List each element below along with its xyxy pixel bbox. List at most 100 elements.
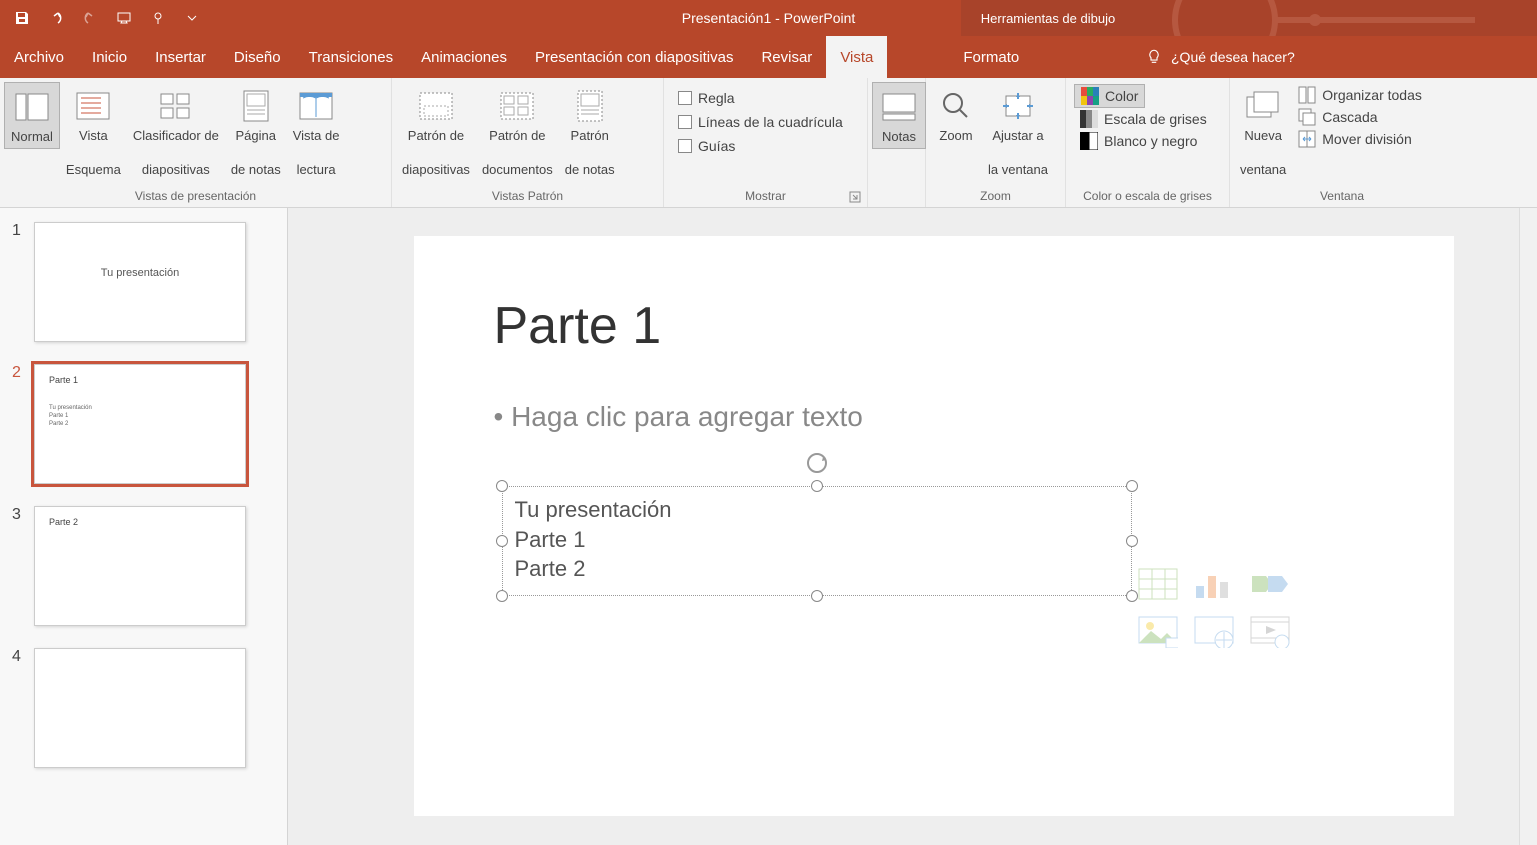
contextual-tab-drawing-tools: Herramientas de dibujo xyxy=(961,0,1135,36)
save-button[interactable] xyxy=(8,4,36,32)
notes-button[interactable]: Notas xyxy=(872,82,926,149)
reading-view-button[interactable]: Vista de lectura xyxy=(287,82,346,181)
new-window-button[interactable]: Nueva ventana xyxy=(1234,82,1292,181)
tab-animaciones[interactable]: Animaciones xyxy=(407,36,521,78)
slide-master-icon xyxy=(416,86,456,126)
zoom-icon xyxy=(936,86,976,126)
new-window-label2: ventana xyxy=(1240,162,1286,179)
move-split-button[interactable]: Mover división xyxy=(1292,128,1428,150)
tab-insertar[interactable]: Insertar xyxy=(141,36,220,78)
sorter-label: Clasificador de xyxy=(133,128,219,145)
tell-me-search[interactable]: ¿Qué desea hacer? xyxy=(1145,48,1295,66)
tell-me-placeholder: ¿Qué desea hacer? xyxy=(1171,49,1295,65)
tab-revisar[interactable]: Revisar xyxy=(747,36,826,78)
thumb-number: 4 xyxy=(12,648,24,768)
vertical-scrollbar[interactable] xyxy=(1519,208,1537,845)
cascade-icon xyxy=(1298,108,1316,126)
group-notas-label xyxy=(872,185,921,207)
slide-canvas[interactable]: Parte 1 • Haga clic para agregar texto T… xyxy=(414,236,1454,816)
notes-master-button[interactable]: Patrón de notas xyxy=(559,82,621,181)
guides-label: Guías xyxy=(698,138,735,154)
insert-chart-icon[interactable] xyxy=(1190,564,1238,604)
slide-thumbnail-3[interactable]: Parte 2 xyxy=(34,506,246,626)
tab-inicio[interactable]: Inicio xyxy=(78,36,141,78)
thumb-number: 1 xyxy=(12,222,24,342)
tab-formato[interactable]: Formato xyxy=(949,36,1033,78)
slide-thumbnail-1[interactable]: Tu presentación xyxy=(34,222,246,342)
fit-window-button[interactable]: Ajustar a la ventana xyxy=(982,82,1054,181)
move-split-icon xyxy=(1298,130,1316,148)
zoom-label: Zoom xyxy=(939,128,972,145)
bw-mode-button[interactable]: Blanco y negro xyxy=(1074,130,1203,152)
arrange-all-label: Organizar todas xyxy=(1322,87,1422,103)
group-vistas-presentacion-label: Vistas de presentación xyxy=(4,185,387,207)
textbox-selected[interactable]: Tu presentación Parte 1 Parte 2 xyxy=(502,486,1132,596)
rotate-handle[interactable] xyxy=(805,451,829,478)
slide-title-text[interactable]: Parte 1 xyxy=(494,296,662,356)
insert-video-icon[interactable] xyxy=(1246,612,1294,652)
outline-view-button[interactable]: Vista Esquema xyxy=(60,82,127,181)
slide-thumbnail-2[interactable]: Parte 1 Tu presentación Parte 1 Parte 2 xyxy=(34,364,246,484)
new-window-label: Nueva xyxy=(1244,128,1282,145)
slide-master-label2: diapositivas xyxy=(402,162,470,179)
zoom-button[interactable]: Zoom xyxy=(930,82,982,147)
redo-button[interactable] xyxy=(76,4,104,32)
arrange-all-icon xyxy=(1298,86,1316,104)
color-mode-button[interactable]: Color xyxy=(1074,84,1145,108)
grayscale-label: Escala de grises xyxy=(1104,111,1207,127)
handout-master-button[interactable]: Patrón de documentos xyxy=(476,82,559,181)
guides-checkbox[interactable]: Guías xyxy=(674,134,739,158)
grayscale-mode-button[interactable]: Escala de grises xyxy=(1074,108,1213,130)
notes-icon xyxy=(879,87,919,127)
insert-smartart-icon[interactable] xyxy=(1246,564,1294,604)
slide-sorter-button[interactable]: Clasificador de diapositivas xyxy=(127,82,225,181)
resize-handle-s[interactable] xyxy=(811,590,823,602)
slide-master-button[interactable]: Patrón de diapositivas xyxy=(396,82,476,181)
notes-page-label: Página xyxy=(236,128,276,145)
thumb2-l3: Parte 2 xyxy=(49,421,92,429)
new-window-icon xyxy=(1243,86,1283,126)
placeholder-bullet-text: • Haga clic para agregar texto xyxy=(494,401,1394,433)
notes-page-button[interactable]: Página de notas xyxy=(225,82,287,181)
notes-master-icon xyxy=(570,86,610,126)
ruler-label: Regla xyxy=(698,90,735,106)
tab-transiciones[interactable]: Transiciones xyxy=(295,36,407,78)
slide-thumbnail-4[interactable] xyxy=(34,648,246,768)
insert-picture-icon[interactable] xyxy=(1134,612,1182,652)
ruler-checkbox[interactable]: Regla xyxy=(674,86,739,110)
insert-table-icon[interactable] xyxy=(1134,564,1182,604)
resize-handle-nw[interactable] xyxy=(496,480,508,492)
slideshow-button[interactable] xyxy=(110,4,138,32)
textbox-line-1: Tu presentación xyxy=(515,495,1119,525)
thumb2-title: Parte 1 xyxy=(49,375,78,385)
bw-icon xyxy=(1080,132,1098,150)
resize-handle-n[interactable] xyxy=(811,480,823,492)
cascade-button[interactable]: Cascada xyxy=(1292,106,1428,128)
ribbon: Normal Vista Esquema Clasificador de dia… xyxy=(0,78,1537,208)
tab-diseno[interactable]: Diseño xyxy=(220,36,295,78)
insert-online-picture-icon[interactable] xyxy=(1190,612,1238,652)
qat-customize-button[interactable] xyxy=(178,4,206,32)
slide-master-label: Patrón de xyxy=(408,128,464,145)
slide-editor-area[interactable]: Parte 1 • Haga clic para agregar texto T… xyxy=(288,208,1519,845)
tab-vista[interactable]: Vista xyxy=(826,36,887,78)
resize-handle-e[interactable] xyxy=(1126,535,1138,547)
undo-button[interactable] xyxy=(42,4,70,32)
resize-handle-w[interactable] xyxy=(496,535,508,547)
gridlines-checkbox[interactable]: Líneas de la cuadrícula xyxy=(674,110,847,134)
touchmode-button[interactable] xyxy=(144,4,172,32)
content-placeholder[interactable]: • Haga clic para agregar texto xyxy=(494,401,1394,433)
mostrar-dialog-launcher-icon[interactable] xyxy=(849,191,861,203)
tab-archivo[interactable]: Archivo xyxy=(0,36,78,78)
tab-presentacion[interactable]: Presentación con diapositivas xyxy=(521,36,747,78)
color-icon xyxy=(1081,87,1099,105)
normal-view-button[interactable]: Normal xyxy=(4,82,60,149)
arrange-all-button[interactable]: Organizar todas xyxy=(1292,84,1428,106)
resize-handle-ne[interactable] xyxy=(1126,480,1138,492)
normal-view-icon xyxy=(12,87,52,127)
resize-handle-sw[interactable] xyxy=(496,590,508,602)
reading-view-icon xyxy=(296,86,336,126)
sorter-label2: diapositivas xyxy=(142,162,210,179)
reading-label: Vista de xyxy=(293,128,340,145)
outline-view-icon xyxy=(73,86,113,126)
